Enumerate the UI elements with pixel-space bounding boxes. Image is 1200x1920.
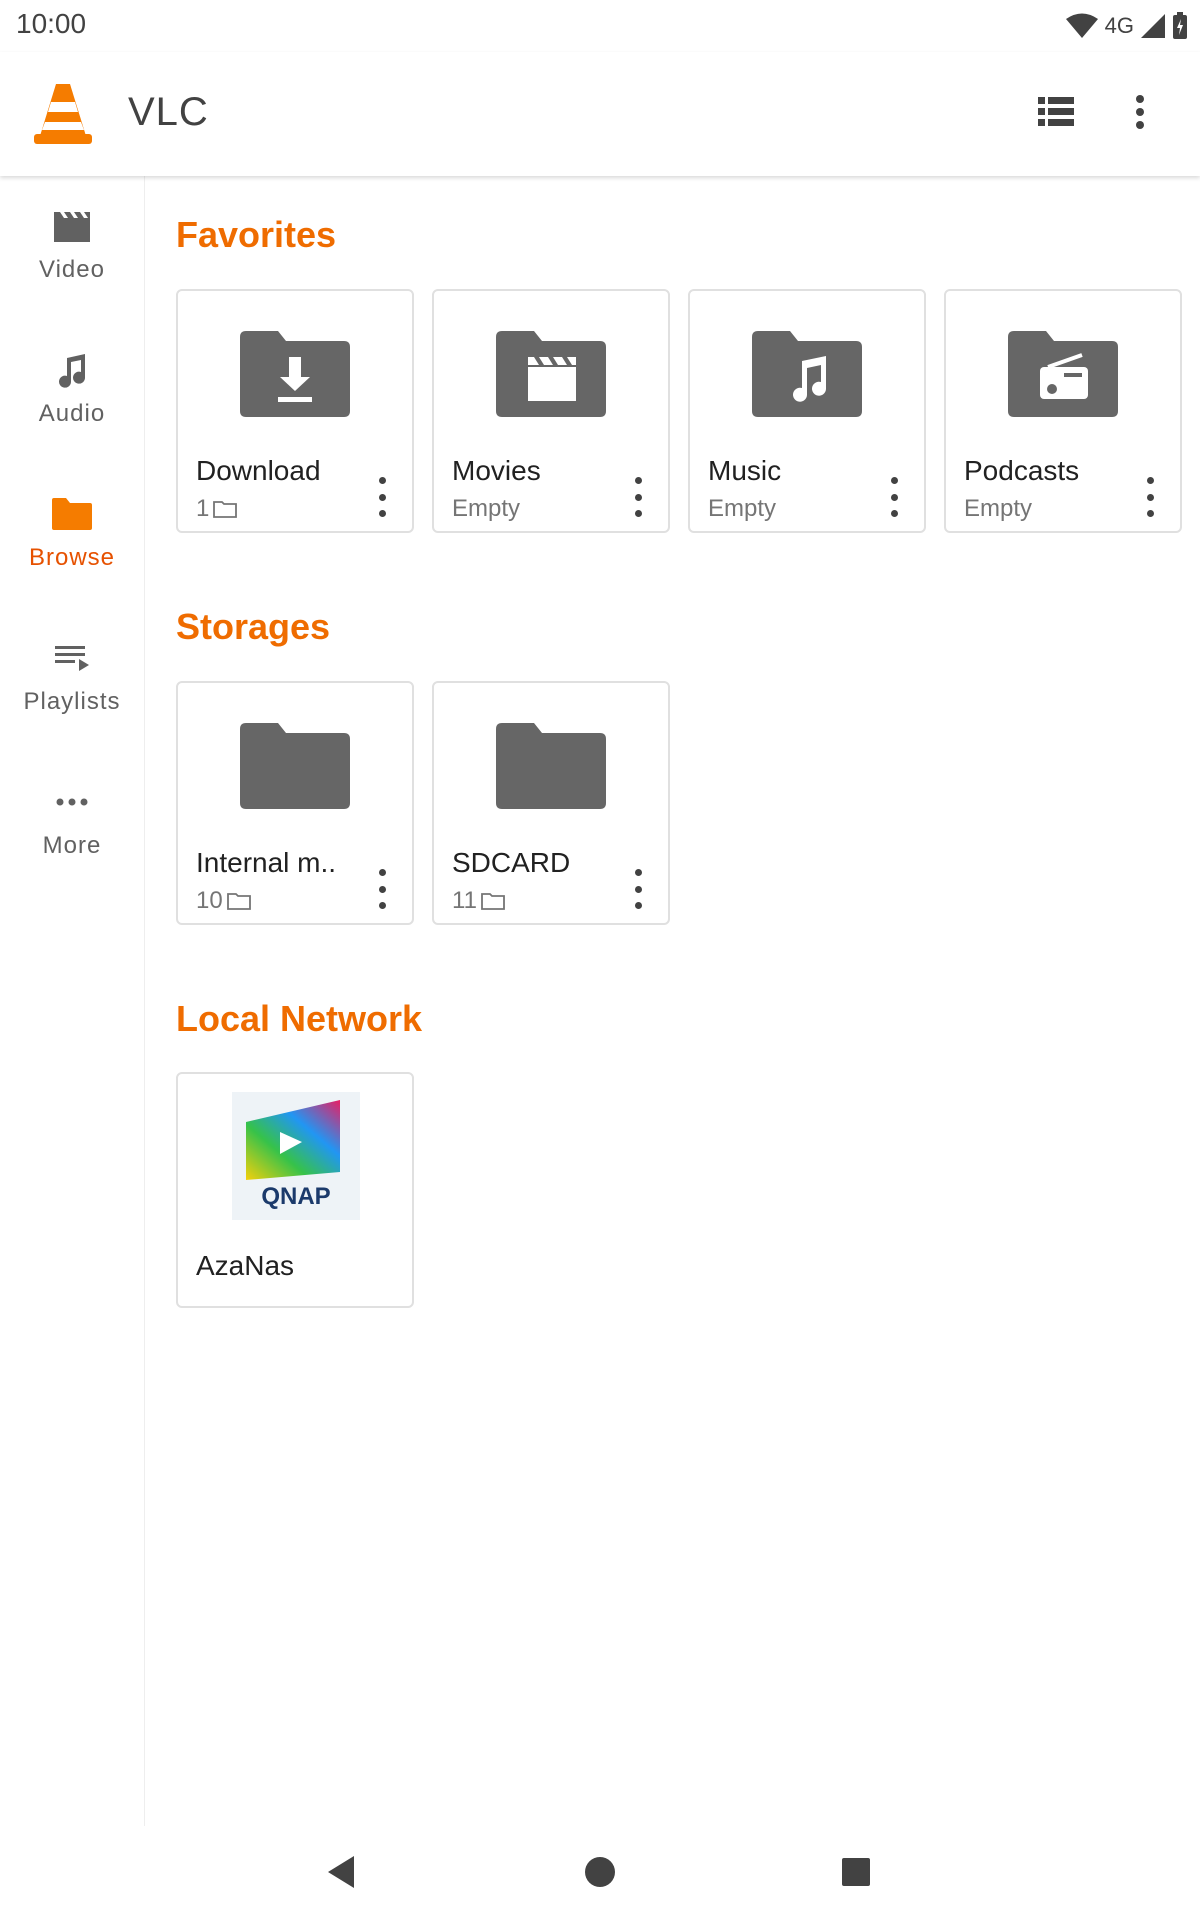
item-count: 11 [452,887,477,914]
movies-folder-icon [496,331,606,417]
nav-label-video: Video [39,256,105,283]
nav-label-playlists: Playlists [23,688,121,715]
card-name: SDCARD [452,847,571,878]
clapperboard-icon [54,212,90,242]
system-navigation-bar [0,1826,1200,1920]
card-name: Music [708,455,782,486]
qnap-logo-icon: QNAP [232,1092,360,1220]
vlc-cone-icon [34,84,92,144]
status-bar: 10:00 4G [0,0,1200,52]
download-folder-icon [240,331,350,417]
network-type: 4G [1104,13,1134,38]
card-subtitle: Empty [452,495,521,522]
overflow-menu-button[interactable] [1110,82,1170,142]
nav-item-browse[interactable]: Browse [0,464,144,584]
home-icon[interactable] [580,1852,620,1892]
card-subtitle: Empty [964,495,1033,522]
status-icons: 4G [1065,10,1188,42]
favorite-card-podcasts[interactable]: Podcasts Empty [944,289,1182,533]
card-menu-button[interactable] [372,477,392,517]
card-menu-button[interactable] [884,477,904,517]
card-subtitle: 1 [196,495,238,523]
nav-item-more[interactable]: More [0,752,144,872]
music-folder-icon [752,331,862,417]
qnap-logo-text: QNAP [261,1183,330,1210]
nav-item-audio[interactable]: Audio [0,320,144,440]
nav-label-more: More [42,832,102,859]
favorites-title: Favorites [176,214,337,255]
card-name: AzaNas [196,1250,295,1281]
card-name: Download [196,455,321,486]
card-subtitle: 11 [452,887,505,915]
small-folder-icon [481,893,505,910]
recents-icon[interactable] [836,1852,876,1892]
card-name: Movies [452,455,541,486]
app-title: VLC [128,90,209,134]
card-subtitle: 10 [196,887,251,915]
nav-label-browse: Browse [28,544,116,571]
navigation-rail: Video Audio Browse Playlists More [0,176,145,1826]
nav-label-audio: Audio [38,400,106,427]
storage-card-sdcard[interactable]: SDCARD 11 [432,681,670,925]
favorite-card-movies[interactable]: Movies Empty [432,289,670,533]
favorite-card-download[interactable]: Download 1 [176,289,414,533]
card-subtitle: Empty [708,495,777,522]
wifi-icon [1065,13,1098,38]
list-view-button[interactable] [1026,82,1086,142]
card-menu-button[interactable] [372,869,392,909]
more-vertical-icon [1136,95,1144,129]
local-network-title: Local Network [176,998,423,1039]
card-menu-button[interactable] [628,869,648,909]
more-horizontal-icon [56,798,88,806]
card-name: Internal m.. [196,847,337,878]
card-menu-button[interactable] [1140,477,1160,517]
list-view-icon [1038,97,1074,126]
storage-card-internal[interactable]: Internal m.. 10 [176,681,414,925]
battery-icon [1173,12,1187,39]
music-note-icon [59,354,85,388]
playlist-icon [55,646,89,671]
nav-item-video[interactable]: Video [0,176,144,296]
small-folder-icon [213,501,238,518]
item-count: 10 [196,887,223,914]
favorite-card-music[interactable]: Music Empty [688,289,926,533]
storages-title: Storages [176,606,331,647]
folder-icon [240,723,350,809]
status-time: 10:00 [16,8,87,39]
card-name: Podcasts [964,455,1080,486]
item-count: 1 [196,495,210,522]
podcast-folder-icon [1008,331,1118,417]
nav-item-playlists[interactable]: Playlists [0,608,144,728]
card-menu-button[interactable] [628,477,648,517]
small-folder-icon [226,893,251,910]
app-bar: VLC [0,52,1200,176]
signal-icon [1141,14,1165,38]
folder-icon [52,498,92,530]
folder-icon [496,723,606,809]
back-icon[interactable] [322,1852,362,1892]
network-card-azanas[interactable]: QNAP AzaNas [176,1072,414,1308]
